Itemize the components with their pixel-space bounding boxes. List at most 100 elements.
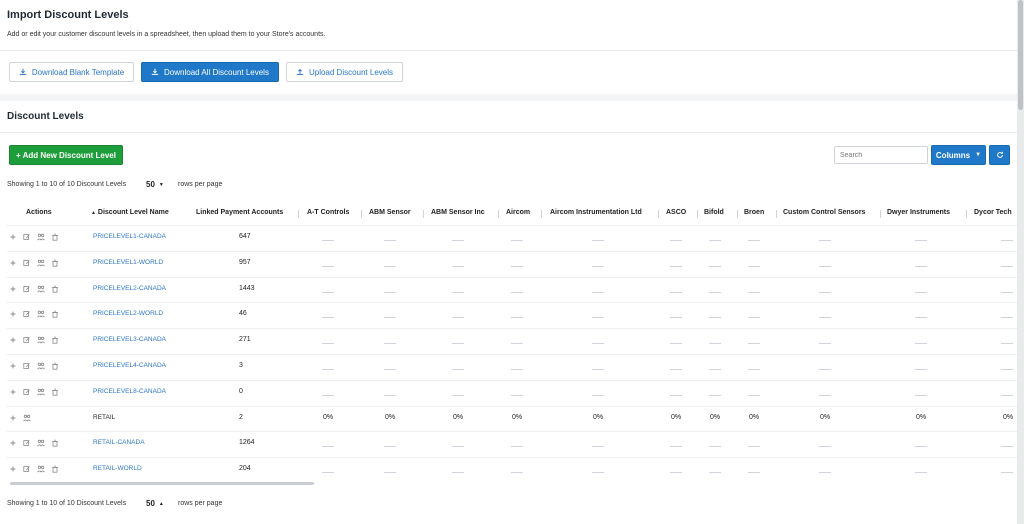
linked-accounts-icon[interactable] xyxy=(37,362,45,370)
edit-icon[interactable] xyxy=(23,310,31,318)
trash-icon[interactable] xyxy=(51,285,59,293)
discount-level-name-cell[interactable]: RETAIL-WORLD xyxy=(93,465,142,472)
discount-level-name-cell[interactable]: PRICELEVEL2-CANADA xyxy=(93,285,166,292)
trash-icon[interactable] xyxy=(51,465,59,473)
upload-discount-levels-button[interactable]: Upload Discount Levels xyxy=(286,62,403,82)
linked-accounts-count-cell: 271 xyxy=(239,336,251,344)
linked-accounts-icon[interactable] xyxy=(37,233,45,241)
trash-icon[interactable] xyxy=(51,439,59,447)
trash-icon[interactable] xyxy=(51,259,59,267)
header-brand[interactable]: A-T Controls xyxy=(307,209,349,216)
empty-cell-dash xyxy=(1001,291,1013,293)
linked-accounts-count-cell: 3 xyxy=(239,362,243,369)
empty-cell-dash xyxy=(592,369,604,370)
discount-level-name-cell[interactable]: RETAIL-CANADA xyxy=(93,439,145,446)
edit-icon[interactable] xyxy=(23,259,31,267)
linked-accounts-icon[interactable] xyxy=(23,414,31,422)
empty-cell-dash xyxy=(748,240,760,241)
trash-icon[interactable] xyxy=(51,336,59,344)
linked-accounts-count-cell: 1443 xyxy=(239,284,255,292)
linked-accounts-icon[interactable] xyxy=(37,285,45,293)
discount-level-name-cell[interactable]: PRICELEVEL2-WORLD xyxy=(93,310,163,317)
empty-cell-dash xyxy=(670,394,682,396)
header-linked-payment-accounts[interactable]: Linked Payment Accounts xyxy=(196,209,283,216)
header-brand[interactable]: ABM Sensor Inc xyxy=(431,209,485,216)
brand-discount-cell: 0% xyxy=(512,413,523,421)
expand-icon[interactable] xyxy=(9,259,17,267)
edit-icon[interactable] xyxy=(23,233,31,241)
header-brand[interactable]: Broen xyxy=(744,209,764,216)
horizontal-scrollbar[interactable] xyxy=(10,482,314,485)
linked-accounts-icon[interactable] xyxy=(37,259,45,267)
refresh-button[interactable] xyxy=(989,145,1010,165)
row-actions xyxy=(9,310,59,318)
expand-icon[interactable] xyxy=(9,233,17,241)
empty-cell-dash xyxy=(511,240,523,241)
discount-level-name-cell[interactable]: PRICELEVEL1-CANADA xyxy=(93,233,166,240)
empty-cell-dash xyxy=(592,472,604,474)
linked-accounts-icon[interactable] xyxy=(37,310,45,318)
empty-cell-dash xyxy=(915,291,927,293)
brand-discount-cell: 0% xyxy=(671,413,682,421)
empty-cell-dash xyxy=(670,472,682,474)
row-actions xyxy=(9,233,59,241)
header-discount-level-name[interactable]: ▲ Discount Level Name xyxy=(91,209,169,216)
header-brand[interactable]: ABM Sensor xyxy=(369,209,411,216)
edit-icon[interactable] xyxy=(23,388,31,396)
vertical-scrollbar[interactable] xyxy=(1017,0,1024,524)
empty-cell-dash xyxy=(915,240,927,241)
expand-icon[interactable] xyxy=(9,388,17,396)
empty-cell-dash xyxy=(670,240,682,241)
edit-icon[interactable] xyxy=(23,336,31,344)
download-blank-template-button[interactable]: Download Blank Template xyxy=(9,62,134,82)
discount-level-name-cell[interactable]: PRICELEVEL4-CANADA xyxy=(93,362,166,369)
discount-level-name-cell[interactable]: PRICELEVEL3-CANADA xyxy=(93,336,166,343)
download-all-discount-levels-button[interactable]: Download All Discount Levels xyxy=(141,62,279,82)
empty-cell-dash xyxy=(384,343,396,345)
expand-icon[interactable] xyxy=(9,310,17,318)
linked-accounts-icon[interactable] xyxy=(37,465,45,473)
edit-icon[interactable] xyxy=(23,439,31,447)
empty-cell-dash xyxy=(511,394,523,396)
header-actions: Actions xyxy=(26,209,52,216)
rows-per-page-select-top[interactable]: 50 ▼ xyxy=(146,180,164,189)
expand-icon[interactable] xyxy=(9,362,17,370)
discount-level-name-cell[interactable]: PRICELEVEL1-WORLD xyxy=(93,259,163,266)
discount-level-name-cell[interactable]: PRICELEVEL8-CANADA xyxy=(93,388,166,395)
header-brand[interactable]: Aircom Instrumentation Ltd xyxy=(550,209,642,216)
linked-accounts-icon[interactable] xyxy=(37,336,45,344)
edit-icon[interactable] xyxy=(23,362,31,370)
header-brand[interactable]: Bifold xyxy=(704,209,724,216)
trash-icon[interactable] xyxy=(51,362,59,370)
expand-icon[interactable] xyxy=(9,439,17,447)
header-brand[interactable]: Custom Control Sensors xyxy=(783,209,865,216)
trash-icon[interactable] xyxy=(51,233,59,241)
empty-cell-dash xyxy=(819,240,831,241)
empty-cell-dash xyxy=(819,317,831,319)
trash-icon[interactable] xyxy=(51,310,59,318)
sort-asc-icon: ▲ xyxy=(91,210,96,216)
rows-per-page-select-bottom[interactable]: 50 ▲ xyxy=(146,499,164,508)
edit-icon[interactable] xyxy=(23,465,31,473)
linked-accounts-icon[interactable] xyxy=(37,439,45,447)
add-new-discount-level-button[interactable]: + Add New Discount Level xyxy=(9,145,123,165)
empty-cell-dash xyxy=(592,291,604,293)
header-brand[interactable]: Dycor Tech xyxy=(974,209,1012,216)
empty-cell-dash xyxy=(384,394,396,396)
header-brand[interactable]: Dwyer Instruments xyxy=(887,209,950,216)
header-brand[interactable]: Aircom xyxy=(506,209,530,216)
expand-icon[interactable] xyxy=(9,285,17,293)
trash-icon[interactable] xyxy=(51,388,59,396)
search-input[interactable] xyxy=(834,146,928,164)
row-divider xyxy=(7,328,1017,330)
empty-cell-dash xyxy=(1001,343,1013,345)
linked-accounts-icon[interactable] xyxy=(37,388,45,396)
vertical-scroll-thumb[interactable] xyxy=(1018,0,1023,110)
header-brand[interactable]: ASCO xyxy=(666,209,686,216)
expand-icon[interactable] xyxy=(9,336,17,344)
edit-icon[interactable] xyxy=(23,285,31,293)
brand-discount-cell: 0% xyxy=(820,413,831,421)
expand-icon[interactable] xyxy=(9,465,17,473)
expand-icon[interactable] xyxy=(9,414,17,422)
columns-button[interactable]: Columns ▼ xyxy=(931,145,986,165)
